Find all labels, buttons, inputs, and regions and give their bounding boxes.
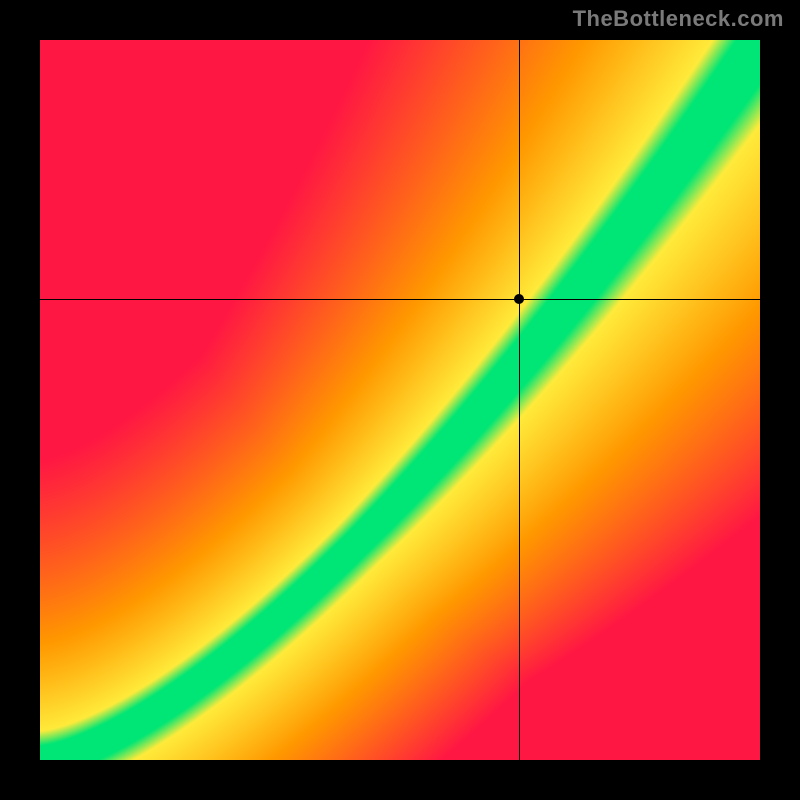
bottleneck-heatmap	[40, 40, 760, 760]
watermark-text: TheBottleneck.com	[573, 6, 784, 32]
marker-dot	[514, 294, 524, 304]
crosshair-horizontal	[40, 299, 760, 300]
page-root: TheBottleneck.com	[0, 0, 800, 800]
heatmap-canvas	[40, 40, 760, 760]
crosshair-vertical	[519, 40, 520, 760]
